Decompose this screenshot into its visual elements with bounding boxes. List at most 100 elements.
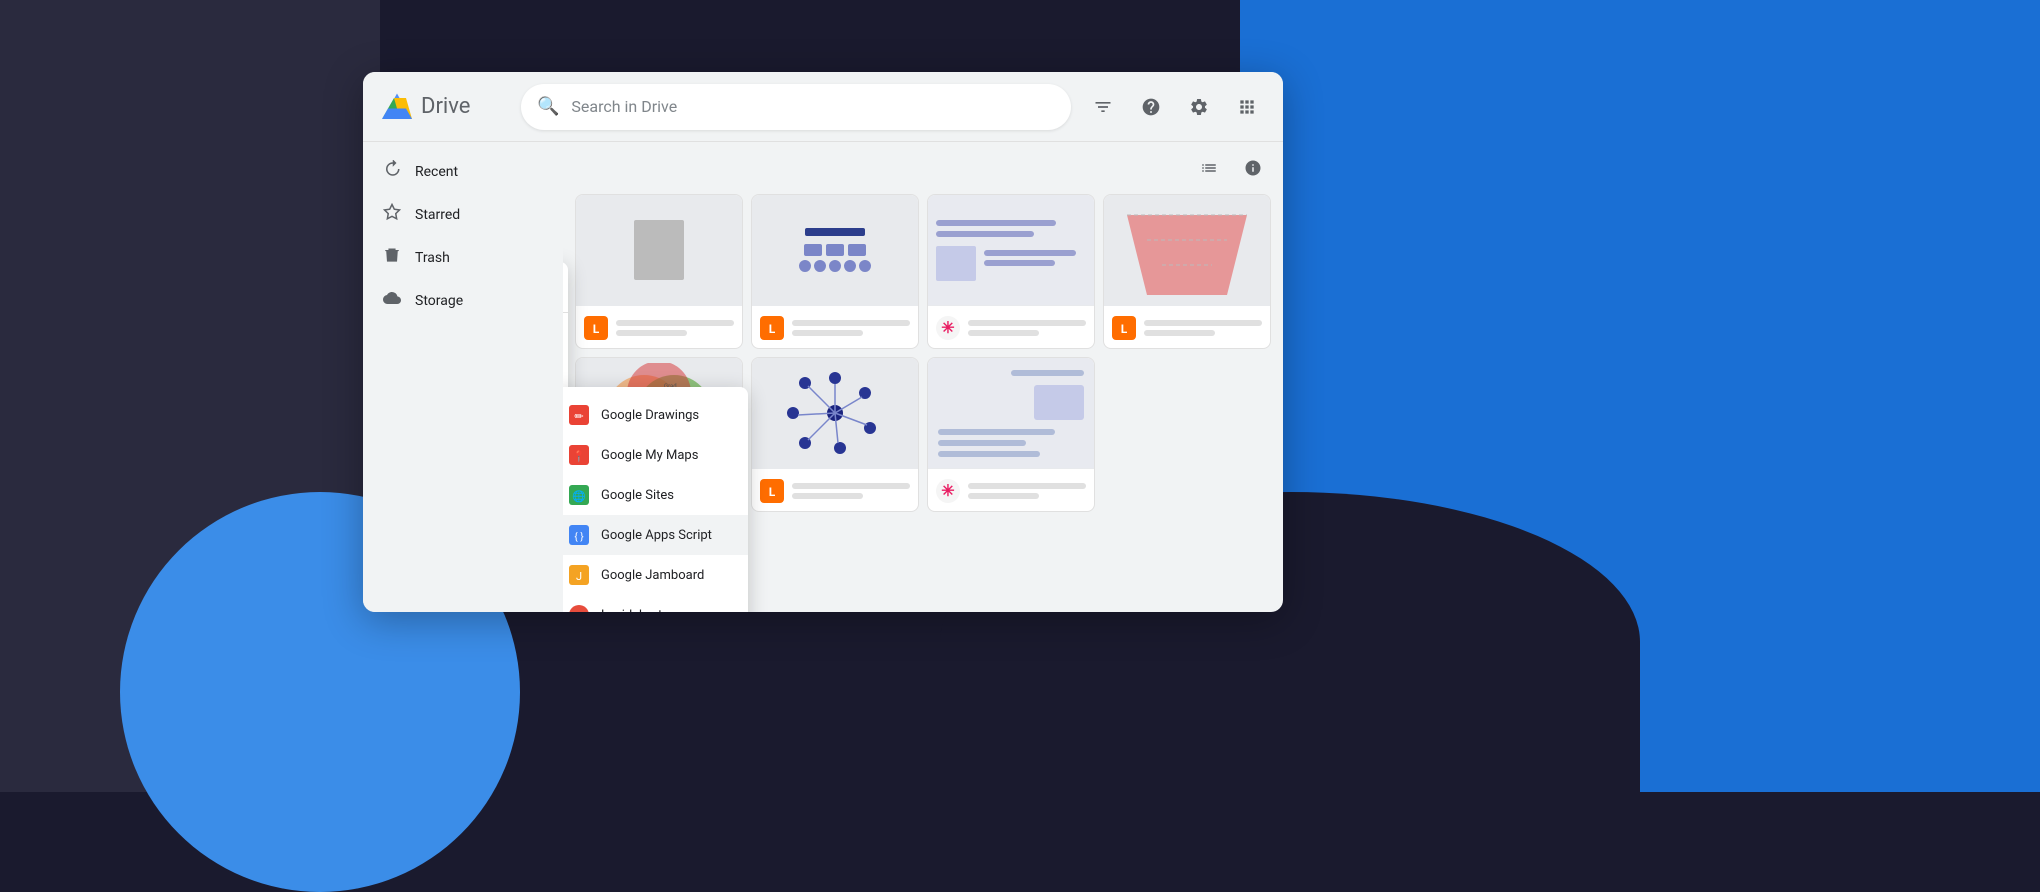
secondary-dropdown: ✏ Google Drawings 📍 Google My Maps 🌐 xyxy=(563,387,748,612)
card-line-1 xyxy=(616,320,734,326)
card-line xyxy=(1144,320,1262,326)
simple-line xyxy=(938,451,1040,457)
file-card-6[interactable]: L xyxy=(751,357,919,512)
card-footer-4: L xyxy=(1104,305,1270,349)
org-circle xyxy=(799,260,811,272)
google-my-maps-item[interactable]: 📍 Google My Maps xyxy=(563,435,748,475)
simple-block xyxy=(1034,385,1084,420)
svg-text:L: L xyxy=(1121,322,1128,336)
settings-icon-btn[interactable] xyxy=(1179,87,1219,127)
info-btn[interactable] xyxy=(1235,150,1271,186)
menu-divider-1 xyxy=(563,312,568,313)
filter-icon-btn[interactable] xyxy=(1083,87,1123,127)
card-line-short xyxy=(968,330,1039,336)
apps-script-item[interactable]: { } Google Apps Script xyxy=(563,515,748,555)
file-card-4[interactable]: L xyxy=(1103,194,1271,349)
org-chart-thumb xyxy=(791,220,879,280)
org-top-bar xyxy=(805,228,865,236)
google-jamboard-item[interactable]: J Google Jamboard xyxy=(563,555,748,595)
drive-logo-icon xyxy=(379,89,415,125)
card-preview-7 xyxy=(928,358,1094,468)
apps-script-label: Google Apps Script xyxy=(601,528,712,543)
simple-line xyxy=(938,429,1055,435)
card-line-short xyxy=(968,493,1039,499)
card-line-short xyxy=(792,330,863,336)
lucidchart-item[interactable]: ◎ Lucidchart xyxy=(563,595,748,612)
org-circle xyxy=(829,260,841,272)
lucidchart-app-icon-3: L xyxy=(1112,316,1136,340)
lucidchart-icon: ◎ xyxy=(569,605,589,612)
search-bar[interactable]: 🔍 Search in Drive xyxy=(521,84,1071,130)
doc-line xyxy=(936,220,1056,226)
main-window: Drive 🔍 Search in Drive xyxy=(363,72,1283,612)
card-line xyxy=(968,320,1086,326)
sites-icon: 🌐 xyxy=(569,485,589,505)
file-upload-item[interactable]: File upload xyxy=(563,317,568,355)
storage-icon xyxy=(383,289,401,312)
doc-line xyxy=(984,250,1076,256)
filter-icon xyxy=(1093,97,1113,117)
sidebar-item-recent[interactable]: Recent xyxy=(363,150,555,193)
search-icon: 🔍 xyxy=(537,96,559,117)
file-card-3[interactable]: ✳ xyxy=(927,194,1095,349)
svg-text:L: L xyxy=(593,322,600,336)
card-line xyxy=(792,483,910,489)
jamboard-icon: J xyxy=(569,565,589,585)
svg-text:✏: ✏ xyxy=(574,410,584,423)
file-card-1[interactable]: L xyxy=(575,194,743,349)
lucidchart-app-icon: L xyxy=(584,316,608,340)
card-preview-1 xyxy=(576,195,742,305)
card-line xyxy=(968,483,1086,489)
org-circles xyxy=(799,260,871,272)
simple-line xyxy=(1011,370,1084,376)
org-row-1 xyxy=(804,244,866,256)
card-footer-2: L xyxy=(752,305,918,349)
google-sites-item[interactable]: 🌐 Google Sites xyxy=(563,475,748,515)
svg-text:L: L xyxy=(769,485,776,499)
trash-label: Trash xyxy=(415,250,450,266)
card-footer-1: L xyxy=(576,305,742,349)
settings-icon xyxy=(1189,97,1209,117)
funnel-thumb xyxy=(1117,205,1257,295)
jamboard-label: Google Jamboard xyxy=(601,568,704,583)
card-lines-3 xyxy=(968,320,1086,336)
asterisk-app-icon-2: ✳ xyxy=(936,479,960,503)
my-maps-icon: 📍 xyxy=(569,445,589,465)
svg-text:✳: ✳ xyxy=(941,318,954,337)
org-box xyxy=(804,244,822,256)
doc-line xyxy=(984,260,1055,266)
star-icon xyxy=(383,203,401,226)
list-view-btn[interactable] xyxy=(1191,150,1227,186)
apps-script-icon: { } xyxy=(569,525,589,545)
card-preview-6 xyxy=(752,358,918,468)
svg-text:🌐: 🌐 xyxy=(572,490,586,503)
card-footer-6: L xyxy=(752,468,918,512)
sidebar-item-starred[interactable]: Starred xyxy=(363,193,555,236)
card-line xyxy=(792,320,910,326)
org-box xyxy=(826,244,844,256)
apps-icon-btn[interactable] xyxy=(1227,87,1267,127)
storage-label: Storage xyxy=(415,293,463,309)
google-drawings-item[interactable]: ✏ Google Drawings xyxy=(563,395,748,435)
sidebar-item-storage[interactable]: Storage xyxy=(363,279,555,322)
lucidchart-app-icon-5: L xyxy=(760,479,784,503)
help-icon xyxy=(1141,97,1161,117)
help-icon-btn[interactable] xyxy=(1131,87,1171,127)
logo-area: Drive xyxy=(379,89,509,125)
org-circle xyxy=(814,260,826,272)
app-title: Drive xyxy=(421,94,470,119)
header-icons xyxy=(1083,87,1267,127)
sidebar-item-trash[interactable]: Trash xyxy=(363,236,555,279)
lucidchart-label: Lucidchart xyxy=(601,608,662,613)
simple-line xyxy=(938,440,1026,446)
main-content: L xyxy=(563,142,1283,612)
my-maps-label: Google My Maps xyxy=(601,448,698,463)
card-lines-6 xyxy=(792,483,910,499)
new-folder-item[interactable]: New folder xyxy=(563,270,568,308)
card-preview-4 xyxy=(1104,195,1270,305)
file-card-2[interactable]: L xyxy=(751,194,919,349)
search-placeholder: Search in Drive xyxy=(571,97,677,116)
sites-label: Google Sites xyxy=(601,488,674,503)
file-card-7[interactable]: ✳ xyxy=(927,357,1095,512)
trash-icon xyxy=(383,246,401,269)
